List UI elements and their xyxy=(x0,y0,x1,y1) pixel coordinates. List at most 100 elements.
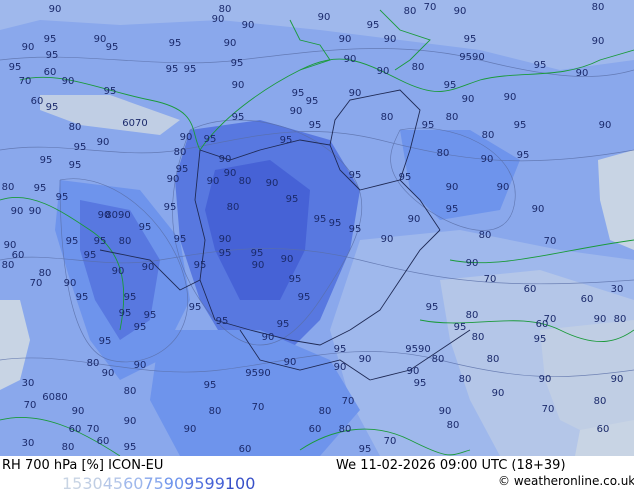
contour-label: 95 xyxy=(69,160,82,171)
contour-label: 95 xyxy=(99,336,112,347)
contour-label: 95 xyxy=(349,224,362,235)
legend-value: 95 xyxy=(184,474,205,493)
contour-label: 90 xyxy=(232,80,245,91)
contour-label: 90 xyxy=(219,234,232,245)
contour-label: 60 xyxy=(581,294,594,305)
contour-label: 90 xyxy=(599,120,612,131)
contour-label: 95 xyxy=(309,120,322,131)
contour-label: 95 xyxy=(189,302,202,313)
contour-label: 90 xyxy=(454,6,467,17)
contour-label: 95 xyxy=(359,444,372,455)
map-canvas: 90 809090909580 70 90 80909590959095 95 90 90 90… xyxy=(0,0,634,456)
contour-label: 95 xyxy=(329,218,342,229)
contour-label: 90 xyxy=(112,266,125,277)
contour-label: 60 xyxy=(524,284,537,295)
contour-label: 95 xyxy=(66,236,79,247)
contour-label: 95 xyxy=(277,319,290,330)
legend-value: 60 xyxy=(123,474,144,493)
legend-value: 75 xyxy=(143,474,164,493)
contour-label: 90 xyxy=(224,38,237,49)
contour-label: 90 xyxy=(466,258,479,269)
contour-label: 90 xyxy=(22,42,35,53)
valid-datetime: We 11-02-2026 09:00 UTC (18+39) xyxy=(336,458,566,473)
contour-label: 95 xyxy=(349,170,362,181)
contour-label: 95 xyxy=(414,378,427,389)
contour-label: 90 xyxy=(124,416,137,427)
contour-label: 95 xyxy=(232,112,245,123)
contour-label: 90 xyxy=(212,14,225,25)
contour-label: 90 xyxy=(384,34,397,45)
contour-label: 90 xyxy=(481,154,494,165)
contour-label: 90 xyxy=(408,214,421,225)
contour-label: 90 xyxy=(184,424,197,435)
contour-label: 80 xyxy=(239,176,252,187)
contour-label: 90 xyxy=(594,314,607,325)
contour-label: 90 xyxy=(242,20,255,31)
contour-label: 95 xyxy=(204,134,217,145)
contour-label: 95 xyxy=(166,64,179,75)
contour-label: 90 xyxy=(262,332,275,343)
contour-label: 90 xyxy=(252,260,265,271)
contour-label: 95 xyxy=(74,142,87,153)
contour-label: 8090 xyxy=(105,210,130,221)
contour-label: 95 xyxy=(231,58,244,69)
contour-label: 90 xyxy=(64,278,77,289)
contour-label: 70 xyxy=(252,402,265,413)
contour-label: 70 xyxy=(87,424,100,435)
contour-label: 90 xyxy=(532,204,545,215)
contour-label: 90 xyxy=(180,132,193,143)
contour-label: 95 xyxy=(534,334,547,345)
contour-label: 80 xyxy=(124,386,137,397)
contour-label: 80 xyxy=(339,424,352,435)
contour-label: 70 xyxy=(342,396,355,407)
contour-label: 90 xyxy=(134,360,147,371)
contour-label: 95 xyxy=(76,292,89,303)
contour-label: 90 xyxy=(359,354,372,365)
contour-label: 70 xyxy=(544,314,557,325)
contour-label: 90 xyxy=(462,94,475,105)
contour-label: 9590 xyxy=(405,344,430,355)
contour-label: 95 xyxy=(367,20,380,31)
contour-label: 90 xyxy=(167,174,180,185)
contour-label: 80 xyxy=(69,122,82,133)
humidity-map: 90 80 90 90 90 95 80 70 90 80 90 95 90 95 90 95 95 90 90 90… xyxy=(0,0,634,456)
legend-value: 99 xyxy=(204,474,225,493)
contour-label: 80 xyxy=(2,260,15,271)
contour-label: 95 xyxy=(292,88,305,99)
contour-label: 90 xyxy=(497,182,510,193)
contour-label: 95 xyxy=(124,442,137,453)
contour-label: 95 xyxy=(464,34,477,45)
copyright-link[interactable]: © weatheronline.co.uk xyxy=(498,474,634,488)
contour-label: 95 xyxy=(204,380,217,391)
map-footer: RH 700 hPa [%] ICON-EU We 11-02-2026 09:… xyxy=(0,456,634,493)
contour-label: 70 xyxy=(544,236,557,247)
contour-label: 95 xyxy=(169,38,182,49)
contour-label: 60 xyxy=(97,436,110,447)
contour-label: 90 xyxy=(219,154,232,165)
contour-label: 80 xyxy=(479,230,492,241)
contour-label: 90 xyxy=(339,34,352,45)
contour-label: 90 xyxy=(266,178,279,189)
contour-label: 70 xyxy=(424,2,437,13)
contour-label: 80 xyxy=(594,396,607,407)
contour-label: 90 xyxy=(592,36,605,47)
contour-label: 95 xyxy=(40,155,53,166)
contour-label: 80 xyxy=(487,354,500,365)
legend-value: 100 xyxy=(224,474,256,493)
contour-label: 70 xyxy=(542,404,555,415)
contour-label: 6080 xyxy=(42,392,67,403)
contour-label: 70 xyxy=(19,76,32,87)
color-legend: 1530456075909599100 xyxy=(62,474,342,493)
contour-label: 95 xyxy=(104,86,117,97)
contour-label: 95 xyxy=(251,248,264,259)
contour-label: 90 xyxy=(224,168,237,179)
contour-label: 90 xyxy=(97,137,110,148)
contour-label: 90 xyxy=(439,406,452,417)
contour-label: 95 xyxy=(306,96,319,107)
legend-value: 15 xyxy=(62,474,83,493)
contour-label: 95 xyxy=(399,172,412,183)
contour-label: 95 xyxy=(422,120,435,131)
contour-label: 95 xyxy=(106,42,119,53)
contour-label: 90 xyxy=(407,366,420,377)
contour-label: 95 xyxy=(298,292,311,303)
